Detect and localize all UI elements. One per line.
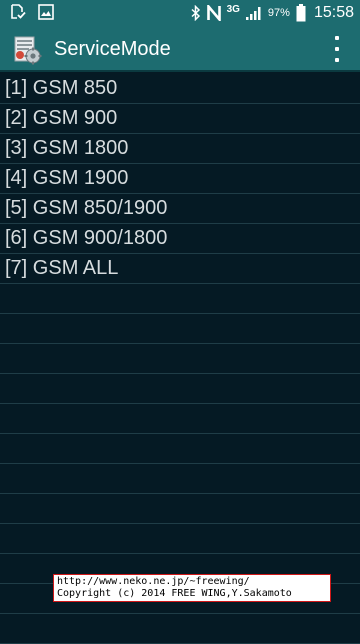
overflow-menu-icon[interactable] <box>332 36 342 62</box>
status-system-icons: 3G 97% 15:58 <box>191 0 354 26</box>
notification-sim-icon <box>10 4 26 20</box>
service-mode-app-icon[interactable] <box>12 35 42 69</box>
network-type-label: 3G <box>226 4 240 15</box>
bluetooth-icon <box>191 5 201 21</box>
watermark-copyright: Copyright (c) 2014 FREE WING,Y.Sakamoto <box>57 588 292 599</box>
notification-image-icon <box>38 4 54 20</box>
list-item-gsm-all[interactable]: [7] GSM ALL <box>0 254 360 284</box>
empty-list-row <box>0 284 360 314</box>
battery-icon <box>296 4 306 22</box>
list-item-gsm-850-1900[interactable]: [5] GSM 850/1900 <box>0 194 360 224</box>
list-item-gsm-1900[interactable]: [4] GSM 1900 <box>0 164 360 194</box>
battery-percent: 97% <box>267 7 290 19</box>
empty-list-row <box>0 494 360 524</box>
list-item-gsm-850[interactable]: [1] GSM 850 <box>0 74 360 104</box>
empty-list-row <box>0 374 360 404</box>
empty-list-row <box>0 464 360 494</box>
empty-list-row <box>0 404 360 434</box>
gsm-band-list: [1] GSM 850 [2] GSM 900 [3] GSM 1800 [4]… <box>0 74 360 644</box>
copyright-watermark: http://www.neko.ne.jp/~freewing/ Copyrig… <box>53 574 331 602</box>
list-item-gsm-900[interactable]: [2] GSM 900 <box>0 104 360 134</box>
empty-list-row <box>0 434 360 464</box>
list-item-gsm-900-1800[interactable]: [6] GSM 900/1800 <box>0 224 360 254</box>
action-bar: ServiceMode <box>0 26 360 72</box>
app-title: ServiceMode <box>54 38 171 60</box>
status-clock: 15:58 <box>313 4 354 21</box>
empty-list-row <box>0 524 360 554</box>
empty-list-row <box>0 314 360 344</box>
status-notifications <box>10 4 54 20</box>
empty-list-row <box>0 344 360 374</box>
watermark-url: http://www.neko.ne.jp/~freewing/ <box>57 576 250 587</box>
status-bar: 3G 97% 15:58 <box>0 0 360 26</box>
list-item-gsm-1800[interactable]: [3] GSM 1800 <box>0 134 360 164</box>
nfc-icon <box>206 5 221 21</box>
signal-icon <box>245 5 262 21</box>
